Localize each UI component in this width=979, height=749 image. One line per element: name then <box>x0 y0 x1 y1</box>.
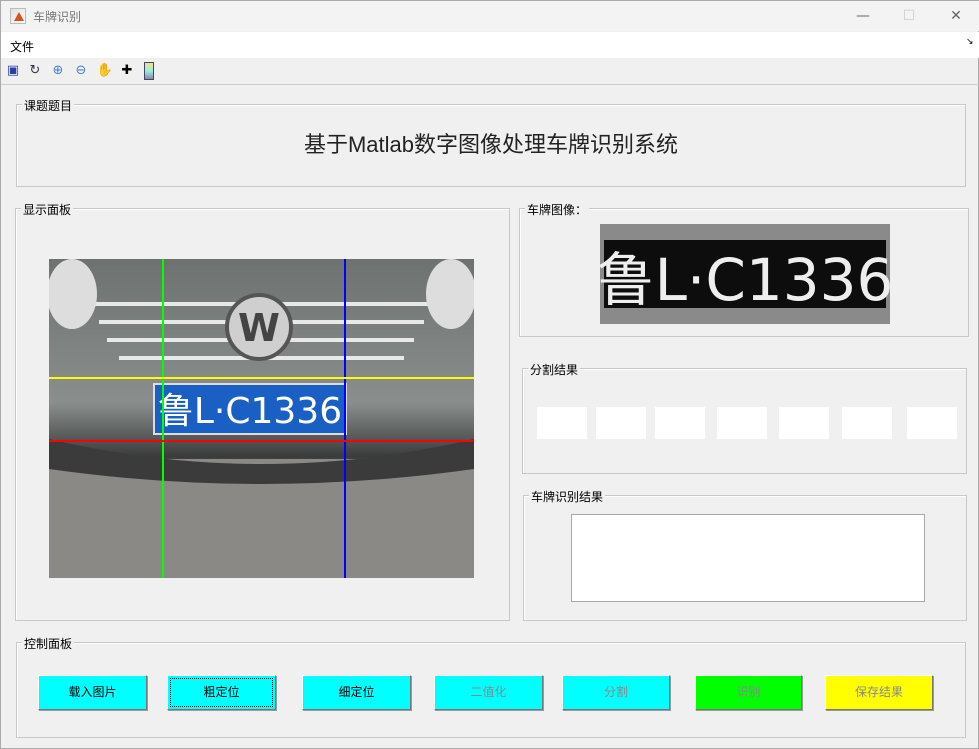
segment-char-5 <box>779 407 829 439</box>
fine-locate-button[interactable]: 细定位 <box>302 675 411 710</box>
segment-button[interactable]: 分割 <box>562 675 670 710</box>
save-result-button[interactable]: 保存结果 <box>825 675 933 710</box>
display-panel-label: 显示面板 <box>21 201 74 218</box>
colorbar-icon[interactable] <box>144 62 154 80</box>
topic-panel-label: 课题题目 <box>22 97 75 114</box>
zoom-out-icon[interactable]: ⊖ <box>72 62 90 80</box>
segment-char-4 <box>717 407 767 439</box>
pan-hand-icon[interactable]: ✋ <box>96 62 114 80</box>
car-plate-text: 鲁L·C1336 <box>158 391 342 432</box>
plate-image-panel-label: 车牌图像： <box>525 201 590 218</box>
segment-panel-label: 分割结果 <box>528 361 581 378</box>
recognize-button[interactable]: 识别 <box>695 675 802 710</box>
topic-panel: 课题题目 基于Matlab数字图像处理车牌识别系统 <box>16 97 966 187</box>
window-title: 车牌识别 <box>33 10 82 24</box>
menu-bar: 文件 ↘ <box>1 32 979 58</box>
load-image-button[interactable]: 载入图片 <box>38 675 147 710</box>
result-panel-label: 车牌识别结果 <box>529 488 606 505</box>
segment-char-3 <box>655 407 705 439</box>
menu-file[interactable]: 文件 <box>10 38 34 55</box>
svg-text:W: W <box>238 306 280 350</box>
segment-char-1 <box>537 407 587 439</box>
maximize-button[interactable]: ☐ <box>889 5 929 27</box>
menu-expand-icon[interactable]: ↘ <box>966 37 974 47</box>
binarize-button[interactable]: 二值化 <box>434 675 543 710</box>
minimize-button[interactable]: — <box>843 5 883 27</box>
segment-char-7 <box>907 407 957 439</box>
rotate-icon[interactable]: ↻ <box>26 62 44 80</box>
data-cursor-icon[interactable]: ✚ <box>118 62 136 80</box>
matlab-icon <box>10 8 26 24</box>
segment-char-2 <box>596 407 646 439</box>
zoom-in-icon[interactable]: ⊕ <box>49 62 67 80</box>
segment-char-6 <box>842 407 892 439</box>
title-bar: 车牌识别 — ☐ ✕ <box>1 1 979 31</box>
toolbar: ▣ ↻ ⊕ ⊖ ✋ ✚ <box>1 59 979 85</box>
car-image: W 鲁L·C1336 <box>49 259 474 578</box>
coarse-locate-button[interactable]: 粗定位 <box>167 675 276 710</box>
result-textbox[interactable] <box>571 514 925 602</box>
page-title: 基于Matlab数字图像处理车牌识别系统 <box>303 132 679 157</box>
plate-image-text: 鲁L·C1336 <box>600 246 890 314</box>
control-panel-label: 控制面板 <box>22 635 75 652</box>
plate-image: 鲁L·C1336 <box>600 224 890 324</box>
close-button[interactable]: ✕ <box>936 5 976 27</box>
save-icon[interactable]: ▣ <box>4 62 22 80</box>
